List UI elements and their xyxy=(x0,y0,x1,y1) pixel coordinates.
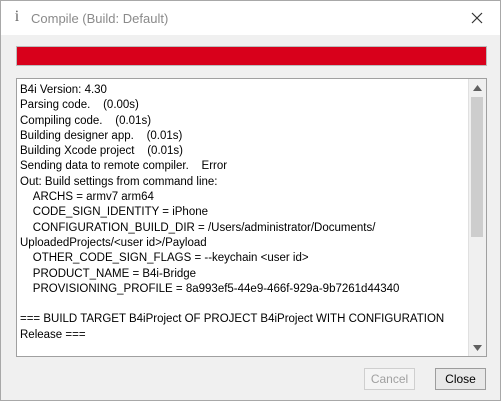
scrollbar-thumb[interactable] xyxy=(471,97,483,237)
chevron-down-icon xyxy=(473,344,482,351)
window-title: Compile (Build: Default) xyxy=(31,11,169,26)
close-button[interactable]: Close xyxy=(435,368,486,390)
chevron-up-icon xyxy=(473,84,482,91)
info-icon: i xyxy=(14,8,20,25)
cancel-button[interactable]: Cancel xyxy=(364,368,415,390)
scroll-up-button[interactable] xyxy=(469,79,486,96)
compile-log[interactable]: B4i Version: 4.30 Parsing code. (0.00s) … xyxy=(16,78,487,357)
compile-dialog: i Compile (Build: Default) B4i Version: … xyxy=(0,0,501,401)
log-text: B4i Version: 4.30 Parsing code. (0.00s) … xyxy=(20,84,445,341)
progress-bar xyxy=(16,46,487,66)
progress-fill xyxy=(17,47,486,65)
close-icon xyxy=(471,12,483,24)
vertical-scrollbar[interactable] xyxy=(468,79,486,356)
close-window-button[interactable] xyxy=(454,1,500,35)
title-bar: i Compile (Build: Default) xyxy=(1,1,500,35)
scroll-down-button[interactable] xyxy=(469,339,486,356)
